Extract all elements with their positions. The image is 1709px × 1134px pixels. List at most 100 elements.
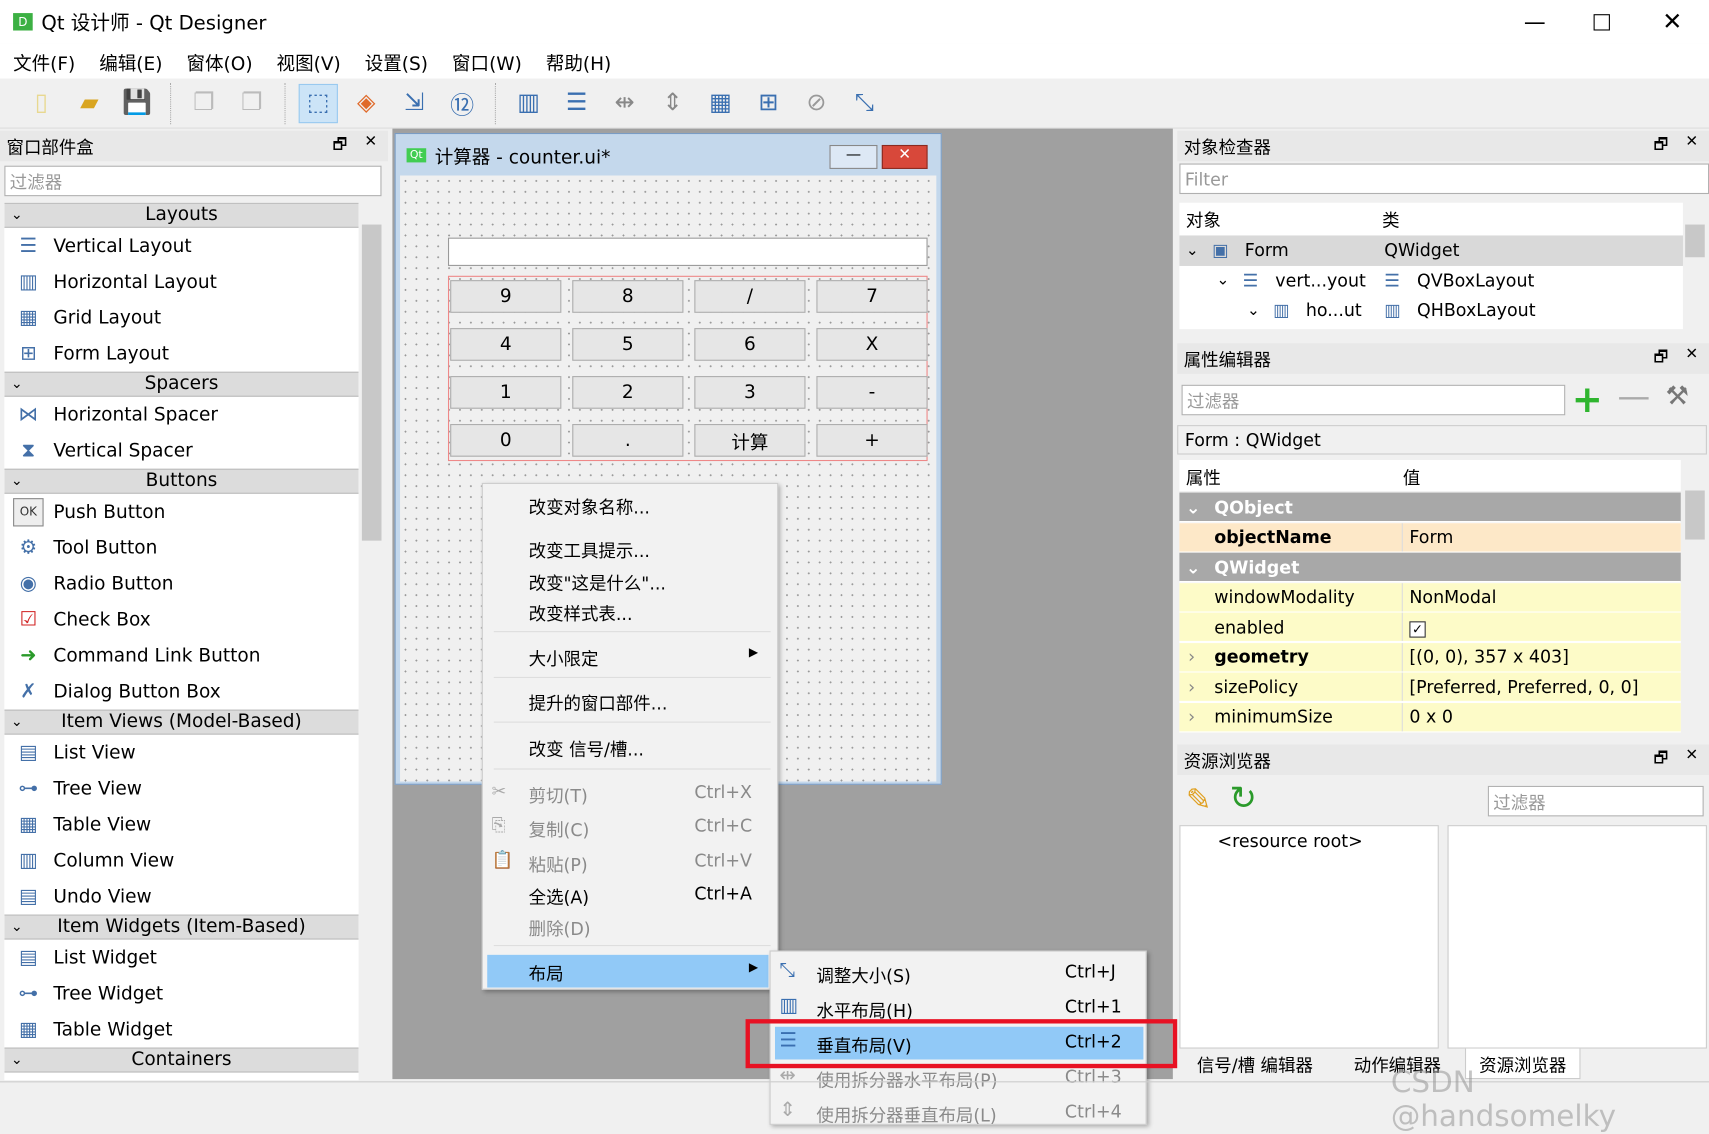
property-filter-input[interactable]: 过滤器	[1181, 384, 1566, 416]
widget-item-check-box[interactable]: ☑ Check Box	[4, 602, 358, 638]
calc-button[interactable]: 7	[816, 280, 928, 313]
float-icon[interactable]: 🗗	[1654, 747, 1668, 773]
float-icon[interactable]: 🗗	[333, 133, 347, 159]
widget-item-column-view[interactable]: ▥ Column View	[4, 843, 358, 879]
property-value[interactable]: [(0, 0), 357 x 403]	[1403, 646, 1569, 667]
paste-icon[interactable]: ❐	[232, 83, 271, 122]
float-icon[interactable]: 🗗	[1654, 133, 1668, 159]
edit-buddies-icon[interactable]: ⇲	[395, 83, 434, 122]
chevron-right-icon[interactable]: ›	[1188, 706, 1195, 727]
calc-button[interactable]: .	[572, 424, 684, 457]
widget-item-push-button[interactable]: OK Push Button	[4, 494, 358, 530]
widget-item-tool-button[interactable]: ⚙ Tool Button	[4, 530, 358, 566]
property-value[interactable]: ✓	[1403, 616, 1426, 638]
widget-item-dialog-button-box[interactable]: ✗ Dialog Button Box	[4, 674, 358, 710]
context-menu-item[interactable]: 提升的窗口部件...	[529, 689, 668, 715]
widget-item-grid-layout[interactable]: ▦ Grid Layout	[4, 300, 358, 336]
widget-item-tree-widget[interactable]: ⊶ Tree Widget	[4, 976, 358, 1012]
edit-widgets-icon[interactable]: ⬚	[298, 83, 338, 123]
widget-item-table-view[interactable]: ▦ Table View	[4, 807, 358, 843]
property-row[interactable]: objectName Form	[1179, 522, 1681, 553]
break-layout-icon[interactable]: ⊘	[797, 83, 836, 122]
menu-form[interactable]: 窗体(O)	[186, 47, 252, 75]
configure-icon[interactable]: ⚒	[1666, 380, 1689, 411]
float-icon[interactable]: 🗗	[1654, 346, 1668, 372]
new-file-icon[interactable]: ▯	[22, 83, 61, 122]
column-class[interactable]: 类	[1382, 206, 1399, 232]
column-object[interactable]: 对象	[1179, 206, 1382, 232]
chevron-right-icon[interactable]: ›	[1188, 676, 1195, 697]
category-header[interactable]: ⌄ Spacers	[4, 371, 359, 397]
menu-settings[interactable]: 设置(S)	[365, 47, 428, 75]
calc-button[interactable]: 1	[450, 376, 562, 409]
add-property-icon[interactable]: +	[1572, 378, 1603, 422]
calc-button[interactable]: X	[816, 328, 928, 361]
remove-property-icon[interactable]: —	[1618, 378, 1651, 416]
copy-icon[interactable]: ❐	[184, 83, 223, 122]
minimize-button[interactable]: —	[1524, 9, 1546, 35]
vertical-splitter-icon[interactable]: ⇕	[653, 83, 692, 122]
context-menu-item[interactable]: 改变"这是什么"...	[529, 569, 666, 595]
adjust-size-icon[interactable]: ⤡	[845, 83, 884, 122]
widget-item-vertical-spacer[interactable]: ⧗ Vertical Spacer	[4, 433, 358, 469]
property-value[interactable]: [Preferred, Preferred, 0, 0]	[1403, 676, 1638, 697]
category-header[interactable]: ⌄ Layouts	[4, 202, 359, 228]
widget-item-undo-view[interactable]: ▤ Undo View	[4, 879, 358, 915]
edit-signals-slots-icon[interactable]: ◈	[347, 83, 386, 122]
context-menu-item[interactable]: 大小限定	[529, 644, 599, 670]
display-line-edit[interactable]	[447, 237, 928, 266]
object-tree-row[interactable]: ⌄ ☰ vert...yout ☰ QVBoxLayout	[1179, 265, 1683, 295]
close-button[interactable]: ✕	[1662, 8, 1682, 35]
property-row[interactable]: windowModality NonModal	[1179, 582, 1681, 613]
property-row[interactable]: enabled ✓	[1179, 612, 1681, 643]
calc-button[interactable]: 3	[694, 376, 806, 409]
calc-button[interactable]: 9	[450, 280, 562, 313]
property-row[interactable]: geometry › [(0, 0), 357 x 403]	[1179, 642, 1681, 672]
context-menu-item[interactable]: 复制(C)	[529, 815, 590, 841]
horizontal-layout-icon[interactable]: ▥	[509, 83, 548, 122]
property-row[interactable]: sizePolicy › [Preferred, Preferred, 0, 0]	[1179, 672, 1681, 702]
chevron-down-icon[interactable]: ⌄	[1247, 302, 1260, 319]
close-icon[interactable]: ✕	[1685, 133, 1698, 159]
widget-item-list-view[interactable]: ▤ List View	[4, 735, 358, 771]
calc-button[interactable]: 5	[572, 328, 684, 361]
layout-menu-item[interactable]: 调整大小(S)	[816, 961, 910, 987]
property-group[interactable]: ⌄ QObject	[1179, 492, 1681, 523]
edit-tab-order-icon[interactable]: ⑫	[443, 83, 482, 122]
chevron-down-icon[interactable]: ⌄	[1216, 272, 1229, 289]
context-menu-item[interactable]: 改变工具提示...	[529, 536, 650, 562]
calc-button[interactable]: 计算	[694, 424, 806, 457]
context-menu-item[interactable]: 布局	[529, 959, 564, 985]
vertical-layout-icon[interactable]: ☰	[557, 83, 596, 122]
property-value[interactable]: 0 x 0	[1403, 706, 1453, 727]
column-property[interactable]: 属性	[1179, 463, 1402, 489]
form-minimize-button[interactable]: —	[829, 144, 878, 169]
widget-filter-input[interactable]: 过滤器	[4, 165, 382, 197]
form-close-button[interactable]: ✕	[881, 144, 928, 169]
widget-list-scrollbar[interactable]	[359, 202, 384, 1081]
widget-item-horizontal-layout[interactable]: ▥ Horizontal Layout	[4, 264, 358, 300]
open-folder-icon[interactable]: ▰	[70, 83, 109, 122]
menu-edit[interactable]: 编辑(E)	[99, 47, 162, 75]
property-row[interactable]: minimumSize › 0 x 0	[1179, 702, 1681, 732]
widget-item-form-layout[interactable]: ⊞ Form Layout	[4, 336, 358, 372]
horizontal-splitter-icon[interactable]: ⇹	[605, 83, 644, 122]
property-group[interactable]: ⌄ QWidget	[1179, 552, 1681, 583]
widget-item-list-widget[interactable]: ▤ List Widget	[4, 940, 358, 976]
calc-button[interactable]: 4	[450, 328, 562, 361]
property-value[interactable]: NonModal	[1403, 586, 1496, 607]
close-icon[interactable]: ✕	[364, 133, 377, 159]
resource-root[interactable]: <resource root>	[1218, 831, 1363, 852]
widget-item-horizontal-spacer[interactable]: ⋈ Horizontal Spacer	[4, 397, 358, 433]
widget-item-table-widget[interactable]: ▦ Table Widget	[4, 1012, 358, 1048]
menu-view[interactable]: 视图(V)	[277, 47, 341, 75]
menu-file[interactable]: 文件(F)	[13, 47, 75, 75]
context-menu-item[interactable]: 删除(D)	[529, 915, 591, 941]
chevron-down-icon[interactable]: ⌄	[1186, 242, 1199, 259]
calc-button[interactable]: 8	[572, 280, 684, 313]
category-header[interactable]: ⌄ Buttons	[4, 468, 359, 494]
widget-item-tree-view[interactable]: ⊶ Tree View	[4, 771, 358, 807]
object-filter-input[interactable]: Filter	[1179, 163, 1709, 195]
enabled-checkbox[interactable]: ✓	[1409, 620, 1426, 638]
widget-item-vertical-layout[interactable]: ☰ Vertical Layout	[4, 228, 358, 264]
